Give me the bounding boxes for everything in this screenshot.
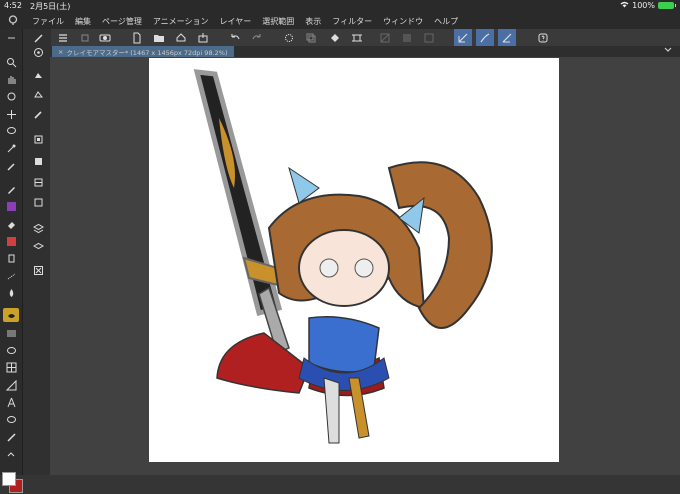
- correction-icon[interactable]: [3, 430, 19, 444]
- color-history-icon[interactable]: [30, 175, 46, 189]
- menu-file[interactable]: ファイル: [32, 16, 64, 27]
- lasso-icon[interactable]: [3, 124, 19, 138]
- touch-gesture-icon[interactable]: [76, 29, 94, 46]
- leg-illustration: [323, 377, 340, 444]
- undo-icon[interactable]: [226, 29, 244, 46]
- color-wheel-icon[interactable]: [30, 132, 46, 146]
- tool-strip: [0, 29, 23, 493]
- stabilization-1-icon[interactable]: [454, 29, 472, 46]
- selected-fill-icon[interactable]: [3, 308, 19, 322]
- brush-size-icon[interactable]: [30, 31, 46, 45]
- artwork-illustration: [193, 69, 493, 444]
- canvas-tab-bar: × クレイモアマスター* (1467 x 1456px 72dpi 98.2%): [50, 46, 680, 57]
- stabilization-3-icon[interactable]: [498, 29, 516, 46]
- status-bar: 4:52 2月5日(土) 100%: [0, 0, 680, 13]
- blend-icon[interactable]: [3, 269, 19, 283]
- main-color-swatch[interactable]: [2, 472, 16, 486]
- brush-icon[interactable]: [3, 234, 19, 248]
- save-icon[interactable]: [172, 29, 190, 46]
- magic-wand-icon[interactable]: [3, 141, 19, 155]
- zoom-icon[interactable]: [3, 55, 19, 69]
- new-file-icon[interactable]: [128, 29, 146, 46]
- face-illustration: [298, 229, 390, 307]
- cape-illustration: [216, 332, 310, 394]
- status-date: 2月5日(土): [30, 2, 71, 11]
- copy-icon[interactable]: [302, 29, 320, 46]
- quick-access-icon[interactable]: [534, 29, 552, 46]
- tab-close-icon[interactable]: ×: [58, 48, 63, 56]
- status-time: 4:52: [4, 1, 22, 10]
- color-swap-icon[interactable]: [3, 449, 19, 463]
- dress-illustration: [308, 316, 380, 373]
- brush-shape-icon[interactable]: [30, 107, 46, 121]
- collapse-icon[interactable]: [3, 31, 19, 45]
- clear-icon[interactable]: [280, 29, 298, 46]
- battery-percent: 100%: [632, 1, 655, 10]
- menu-layer[interactable]: レイヤー: [220, 16, 252, 27]
- pen-icon[interactable]: [3, 182, 19, 196]
- menu-bar: ファイル 編集 ページ管理 アニメーション レイヤー 選択範囲 表示 フィルター…: [0, 13, 680, 29]
- menu-window[interactable]: ウィンドウ: [383, 16, 423, 27]
- sub-tool-icon[interactable]: [30, 68, 46, 82]
- color-indicator[interactable]: [2, 472, 23, 494]
- move-icon[interactable]: [3, 107, 19, 121]
- status-right: 100%: [620, 1, 676, 10]
- sub-tool-column: [22, 29, 51, 475]
- pencil-icon[interactable]: [3, 199, 19, 213]
- tab-title: クレイモアマスター* (1467 x 1456px 72dpi 98.2%): [66, 48, 228, 57]
- stabilization-2-icon[interactable]: [476, 29, 494, 46]
- frame-icon[interactable]: [3, 360, 19, 374]
- menu-items: ファイル 編集 ページ管理 アニメーション レイヤー 選択範囲 表示 フィルター…: [32, 16, 458, 27]
- eyedropper-icon[interactable]: [3, 159, 19, 173]
- balloon-icon[interactable]: [3, 413, 19, 427]
- fill-icon[interactable]: [326, 29, 344, 46]
- menu-filter[interactable]: フィルター: [332, 16, 372, 27]
- open-folder-icon[interactable]: [150, 29, 168, 46]
- figure-icon[interactable]: [3, 343, 19, 357]
- crop-icon[interactable]: [420, 29, 438, 46]
- chevron-down-icon[interactable]: [664, 47, 672, 55]
- menu-animation[interactable]: アニメーション: [153, 16, 209, 27]
- wifi-icon: [620, 1, 629, 10]
- hamburger-menu-icon[interactable]: [54, 29, 72, 46]
- text-icon[interactable]: [3, 395, 19, 409]
- hand-icon[interactable]: [3, 72, 19, 86]
- menu-view[interactable]: 表示: [305, 16, 321, 27]
- menu-selection[interactable]: 選択範囲: [262, 16, 294, 27]
- rotate-icon[interactable]: [3, 89, 19, 103]
- export-icon[interactable]: [194, 29, 212, 46]
- material-icon[interactable]: [30, 263, 46, 277]
- command-bar: [50, 29, 680, 47]
- menu-help[interactable]: ヘルプ: [434, 16, 458, 27]
- deselect-icon[interactable]: [376, 29, 394, 46]
- battery-icon: [658, 2, 676, 9]
- layer-stack-icon[interactable]: [30, 239, 46, 253]
- toggle-icon[interactable]: [96, 29, 114, 46]
- eraser-icon[interactable]: [3, 217, 19, 231]
- drawing-canvas[interactable]: [149, 58, 559, 462]
- clip-studio-logo-icon[interactable]: [8, 15, 18, 28]
- gradient-icon[interactable]: [3, 326, 19, 340]
- ruler-icon[interactable]: [3, 378, 19, 392]
- invert-selection-icon[interactable]: [398, 29, 416, 46]
- tool-property-icon[interactable]: [30, 87, 46, 101]
- menu-edit[interactable]: 編集: [75, 16, 91, 27]
- transform-icon[interactable]: [348, 29, 366, 46]
- redo-icon[interactable]: [248, 29, 266, 46]
- navigator-icon[interactable]: [30, 45, 46, 59]
- menu-page[interactable]: ページ管理: [102, 16, 142, 27]
- layer-property-icon[interactable]: [30, 195, 46, 209]
- color-set-icon[interactable]: [30, 154, 46, 168]
- canvas-tab[interactable]: × クレイモアマスター* (1467 x 1456px 72dpi 98.2%): [52, 46, 234, 57]
- airbrush-icon[interactable]: [3, 251, 19, 265]
- layers-icon[interactable]: [30, 221, 46, 235]
- fill-tool-icon[interactable]: [3, 286, 19, 300]
